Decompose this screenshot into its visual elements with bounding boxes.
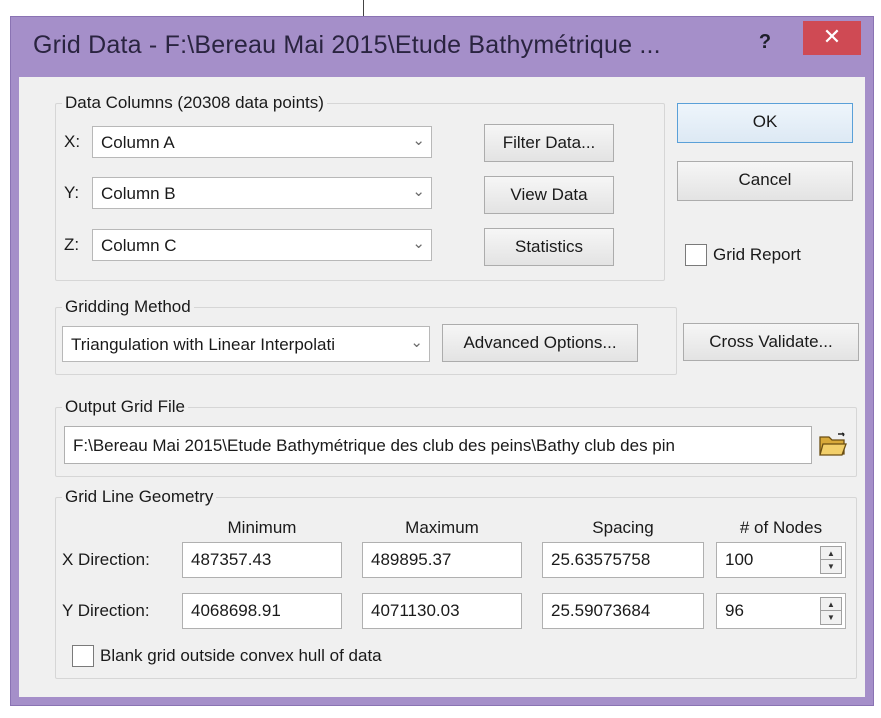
spin-up-icon[interactable]: ▲ [821,598,841,611]
spacing-header: Spacing [592,518,654,537]
gridding-method-select[interactable]: Triangulation with Linear Interpolati ⌄ [62,326,430,362]
x-column-label: X: [64,132,81,151]
x-minimum-value: 487357.43 [191,550,272,569]
x-direction-label: X Direction: [62,550,150,569]
spin-down-icon[interactable]: ▼ [821,560,841,573]
minimum-header: Minimum [227,518,297,537]
grid-line-geometry-group: Grid Line Geometry Minimum Maximum Spaci… [55,487,857,679]
y-minimum-input[interactable]: 4068698.91 [182,593,342,629]
y-minimum-value: 4068698.91 [191,601,281,620]
nodes-header: # of Nodes [739,518,823,537]
y-maximum-value: 4071130.03 [371,601,460,620]
data-columns-title: Data Columns (20308 data points) [62,93,327,113]
output-grid-file-input[interactable]: F:\Bereau Mai 2015\Etude Bathymétrique d… [64,426,812,464]
y-column-select[interactable]: Column B ⌄ [92,177,432,209]
y-spacing-input[interactable]: 25.59073684 [542,593,704,629]
y-nodes-value: 96 [725,601,744,620]
x-column-value: Column A [101,133,175,152]
y-nodes-spinner[interactable]: 96 ▲ ▼ [716,593,846,629]
y-column-value: Column B [101,184,176,203]
x-nodes-spinner[interactable]: 100 ▲ ▼ [716,542,846,578]
grid-report-label: Grid Report [713,245,801,264]
x-minimum-input[interactable]: 487357.43 [182,542,342,578]
blank-outside-hull-checkbox[interactable] [72,645,94,667]
y-column-label: Y: [64,183,80,202]
y-nodes-spin-buttons[interactable]: ▲ ▼ [820,597,842,625]
x-nodes-spin-buttons[interactable]: ▲ ▼ [820,546,842,574]
z-column-value: Column C [101,236,177,255]
grid-data-dialog: Grid Data - F:\Bereau Mai 2015\Etude Bat… [10,16,874,706]
chevron-down-icon: ⌄ [412,235,425,252]
x-maximum-value: 489895.37 [371,550,452,569]
gridding-method-title: Gridding Method [62,297,194,317]
blank-outside-hull-label: Blank grid outside convex hull of data [100,646,382,665]
x-nodes-value: 100 [725,550,754,569]
cancel-button[interactable]: Cancel [677,161,853,201]
advanced-options-button[interactable]: Advanced Options... [442,324,638,362]
window-title: Grid Data - F:\Bereau Mai 2015\Etude Bat… [33,31,661,59]
chevron-down-icon: ⌄ [412,183,425,200]
y-maximum-input[interactable]: 4071130.03 [362,593,522,629]
title-bar[interactable]: Grid Data - F:\Bereau Mai 2015\Etude Bat… [11,17,873,77]
ok-button[interactable]: OK [677,103,853,143]
close-icon: ✕ [822,24,842,49]
background-line [363,0,364,16]
help-button[interactable]: ? [751,27,779,59]
statistics-button[interactable]: Statistics [484,228,614,266]
gridding-method-group: Gridding Method Triangulation with Linea… [55,297,677,375]
dialog-body: Data Columns (20308 data points) X: Colu… [19,77,865,697]
gridding-method-value: Triangulation with Linear Interpolati [71,335,335,354]
x-spacing-value: 25.63575758 [551,550,651,569]
chevron-down-icon: ⌄ [412,132,425,149]
data-columns-group: Data Columns (20308 data points) X: Colu… [55,93,665,281]
grid-report-checkbox[interactable] [685,244,707,266]
close-button[interactable]: ✕ [803,21,861,55]
z-column-label: Z: [64,235,80,254]
filter-data-button[interactable]: Filter Data... [484,124,614,162]
cross-validate-button[interactable]: Cross Validate... [683,323,859,361]
output-grid-file-path: F:\Bereau Mai 2015\Etude Bathymétrique d… [73,436,675,455]
z-column-select[interactable]: Column C ⌄ [92,229,432,261]
output-grid-file-group: Output Grid File F:\Bereau Mai 2015\Etud… [55,397,857,477]
x-maximum-input[interactable]: 489895.37 [362,542,522,578]
spin-up-icon[interactable]: ▲ [821,547,841,560]
view-data-button[interactable]: View Data [484,176,614,214]
chevron-down-icon: ⌄ [410,334,423,351]
maximum-header: Maximum [405,518,479,537]
grid-line-geometry-title: Grid Line Geometry [62,487,217,507]
spin-down-icon[interactable]: ▼ [821,611,841,624]
output-grid-file-title: Output Grid File [62,397,188,417]
y-direction-label: Y Direction: [62,601,150,620]
y-spacing-value: 25.59073684 [551,601,651,620]
open-folder-icon[interactable] [818,432,848,458]
x-column-select[interactable]: Column A ⌄ [92,126,432,158]
x-spacing-input[interactable]: 25.63575758 [542,542,704,578]
